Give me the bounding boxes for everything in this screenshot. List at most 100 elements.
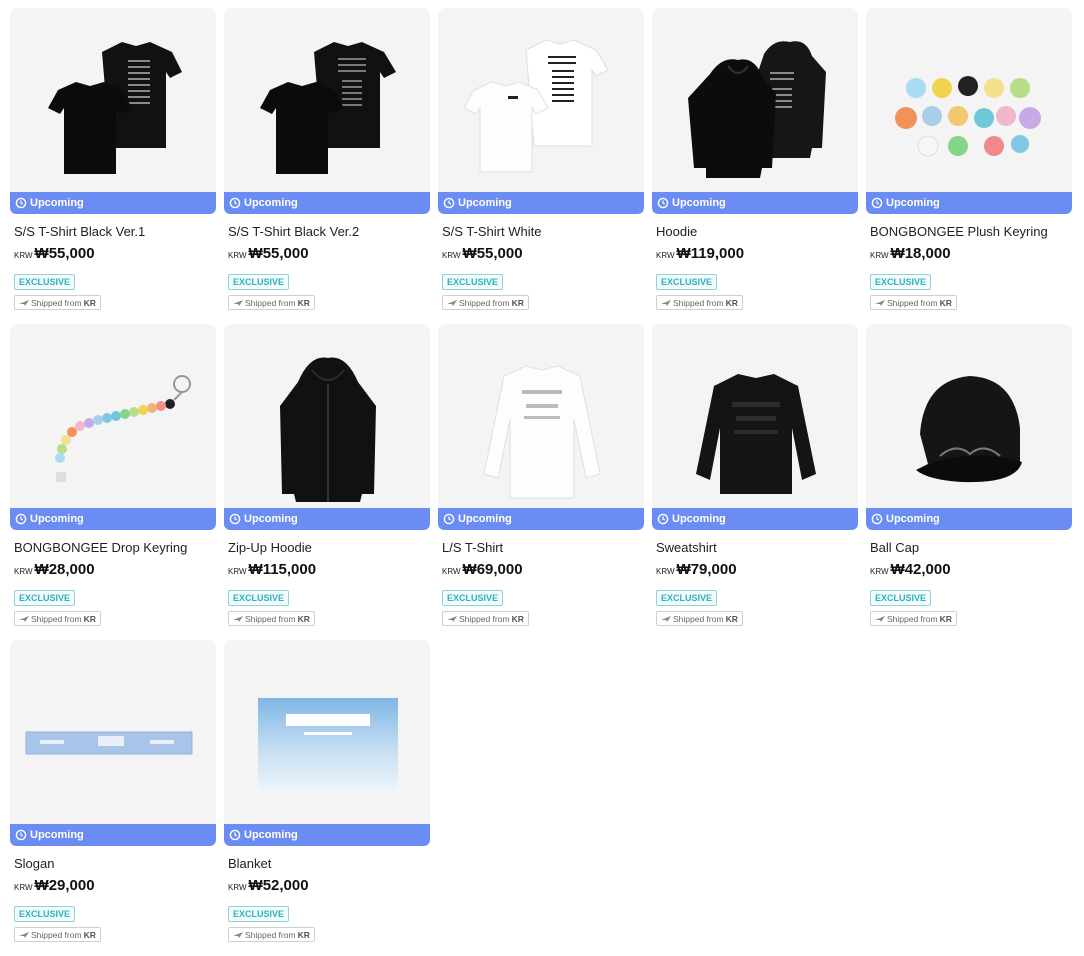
- product-image[interactable]: Upcoming: [866, 324, 1072, 530]
- product-card[interactable]: Upcoming Hoodie KRW ₩119,000 EXCLUSIVE Sh…: [652, 8, 858, 324]
- product-name[interactable]: Hoodie: [656, 224, 858, 239]
- plane-icon: [661, 615, 671, 622]
- shipping-badge: Shipped from KR: [656, 295, 743, 310]
- product-card[interactable]: Upcoming Zip-Up Hoodie KRW ₩115,000 EXCLU…: [224, 324, 430, 640]
- product-name[interactable]: S/S T-Shirt White: [442, 224, 644, 239]
- product-card[interactable]: Upcoming S/S T-Shirt Black Ver.2 KRW ₩55,…: [224, 8, 430, 324]
- product-name[interactable]: Sweatshirt: [656, 540, 858, 555]
- shipping-badge: Shipped from KR: [442, 295, 529, 310]
- plane-icon: [233, 615, 243, 622]
- upcoming-label: Upcoming: [244, 513, 298, 525]
- product-card[interactable]: Upcoming S/S T-Shirt Black Ver.1 KRW ₩55,…: [10, 8, 216, 324]
- product-image[interactable]: Upcoming: [10, 324, 216, 530]
- shipping-badge: Shipped from KR: [14, 611, 101, 626]
- clock-icon: [871, 197, 883, 209]
- black-hoodie-pair-icon: [688, 41, 826, 178]
- product-image[interactable]: Upcoming: [866, 8, 1072, 214]
- ship-country: KR: [83, 929, 96, 940]
- product-price: KRW ₩69,000: [442, 561, 644, 578]
- exclusive-badge: EXCLUSIVE: [228, 906, 290, 922]
- product-price: KRW ₩18,000: [870, 245, 1072, 262]
- exclusive-badge: EXCLUSIVE: [442, 274, 504, 290]
- price-amount: ₩28,000: [34, 561, 95, 578]
- exclusive-badge: EXCLUSIVE: [14, 274, 76, 290]
- product-image[interactable]: Upcoming: [224, 640, 430, 846]
- shipping-badge: Shipped from KR: [14, 927, 101, 942]
- product-price: KRW ₩42,000: [870, 561, 1072, 578]
- exclusive-badge: EXCLUSIVE: [14, 906, 76, 922]
- exclusive-badge: EXCLUSIVE: [228, 274, 290, 290]
- ship-country: KR: [939, 297, 952, 308]
- shipping-badge: Shipped from KR: [228, 295, 315, 310]
- product-name[interactable]: Zip-Up Hoodie: [228, 540, 430, 555]
- product-image[interactable]: Upcoming: [10, 640, 216, 846]
- clock-icon: [229, 513, 241, 525]
- upcoming-label: Upcoming: [672, 197, 726, 209]
- product-price: KRW ₩55,000: [442, 245, 644, 262]
- upcoming-label: Upcoming: [244, 197, 298, 209]
- ship-country: KR: [297, 929, 310, 940]
- product-price: KRW ₩28,000: [14, 561, 216, 578]
- clock-icon: [15, 197, 27, 209]
- product-card[interactable]: Upcoming L/S T-Shirt KRW ₩69,000 EXCLUSIV…: [438, 324, 644, 640]
- plane-icon: [447, 299, 457, 306]
- ship-country: KR: [297, 613, 310, 624]
- upcoming-label: Upcoming: [30, 513, 84, 525]
- product-price: KRW ₩29,000: [14, 877, 216, 894]
- upcoming-label: Upcoming: [458, 197, 512, 209]
- clock-icon: [15, 829, 27, 841]
- clock-icon: [229, 829, 241, 841]
- price-amount: ₩119,000: [676, 245, 745, 262]
- product-card[interactable]: Upcoming Slogan KRW ₩29,000 EXCLUSIVE Shi…: [10, 640, 216, 956]
- product-card[interactable]: Upcoming S/S T-Shirt White KRW ₩55,000 EX…: [438, 8, 644, 324]
- product-name[interactable]: Slogan: [14, 856, 216, 871]
- clock-icon: [871, 513, 883, 525]
- product-name[interactable]: Blanket: [228, 856, 430, 871]
- product-image[interactable]: Upcoming: [224, 324, 430, 530]
- currency-label: KRW: [228, 883, 247, 892]
- product-name[interactable]: S/S T-Shirt Black Ver.1: [14, 224, 216, 239]
- upcoming-label: Upcoming: [886, 513, 940, 525]
- upcoming-badge: Upcoming: [438, 192, 644, 214]
- zip-hoodie-icon: [280, 357, 376, 502]
- price-amount: ₩55,000: [34, 245, 95, 262]
- currency-label: KRW: [228, 251, 247, 260]
- product-card[interactable]: Upcoming Sweatshirt KRW ₩79,000 EXCLUSIVE…: [652, 324, 858, 640]
- product-price: KRW ₩55,000: [14, 245, 216, 262]
- price-amount: ₩29,000: [34, 877, 95, 894]
- product-card[interactable]: Upcoming BONGBONGEE Plush Keyring KRW ₩18…: [866, 8, 1072, 324]
- product-image[interactable]: Upcoming: [652, 324, 858, 530]
- upcoming-badge: Upcoming: [438, 508, 644, 530]
- product-image[interactable]: Upcoming: [438, 8, 644, 214]
- price-amount: ₩79,000: [676, 561, 737, 578]
- ship-country: KR: [83, 297, 96, 308]
- product-image[interactable]: Upcoming: [652, 8, 858, 214]
- price-amount: ₩69,000: [462, 561, 523, 578]
- upcoming-badge: Upcoming: [224, 192, 430, 214]
- exclusive-badge: EXCLUSIVE: [656, 590, 718, 606]
- plane-icon: [233, 299, 243, 306]
- product-image[interactable]: Upcoming: [10, 8, 216, 214]
- product-name[interactable]: S/S T-Shirt Black Ver.2: [228, 224, 430, 239]
- product-card[interactable]: Upcoming Blanket KRW ₩52,000 EXCLUSIVE Sh…: [224, 640, 430, 956]
- exclusive-badge: EXCLUSIVE: [442, 590, 504, 606]
- currency-label: KRW: [442, 251, 461, 260]
- product-name[interactable]: BONGBONGEE Drop Keyring: [14, 540, 216, 555]
- product-card[interactable]: Upcoming BONGBONGEE Drop Keyring KRW ₩28,…: [10, 324, 216, 640]
- product-image[interactable]: Upcoming: [438, 324, 644, 530]
- product-price: KRW ₩55,000: [228, 245, 430, 262]
- shipped-label: Shipped from: [31, 929, 82, 940]
- exclusive-badge: EXCLUSIVE: [870, 274, 932, 290]
- slogan-towel-icon: [25, 731, 193, 755]
- product-image[interactable]: Upcoming: [224, 8, 430, 214]
- product-name[interactable]: BONGBONGEE Plush Keyring: [870, 224, 1072, 239]
- white-tshirt-pair-icon: [463, 39, 609, 173]
- product-name[interactable]: L/S T-Shirt: [442, 540, 644, 555]
- product-card[interactable]: Upcoming Ball Cap KRW ₩42,000 EXCLUSIVE S…: [866, 324, 1072, 640]
- product-name[interactable]: Ball Cap: [870, 540, 1072, 555]
- product-grid: Upcoming S/S T-Shirt Black Ver.1 KRW ₩55,…: [0, 0, 1084, 956]
- black-sweatshirt-icon: [696, 374, 816, 494]
- ship-country: KR: [939, 613, 952, 624]
- plane-icon: [875, 615, 885, 622]
- shipping-badge: Shipped from KR: [656, 611, 743, 626]
